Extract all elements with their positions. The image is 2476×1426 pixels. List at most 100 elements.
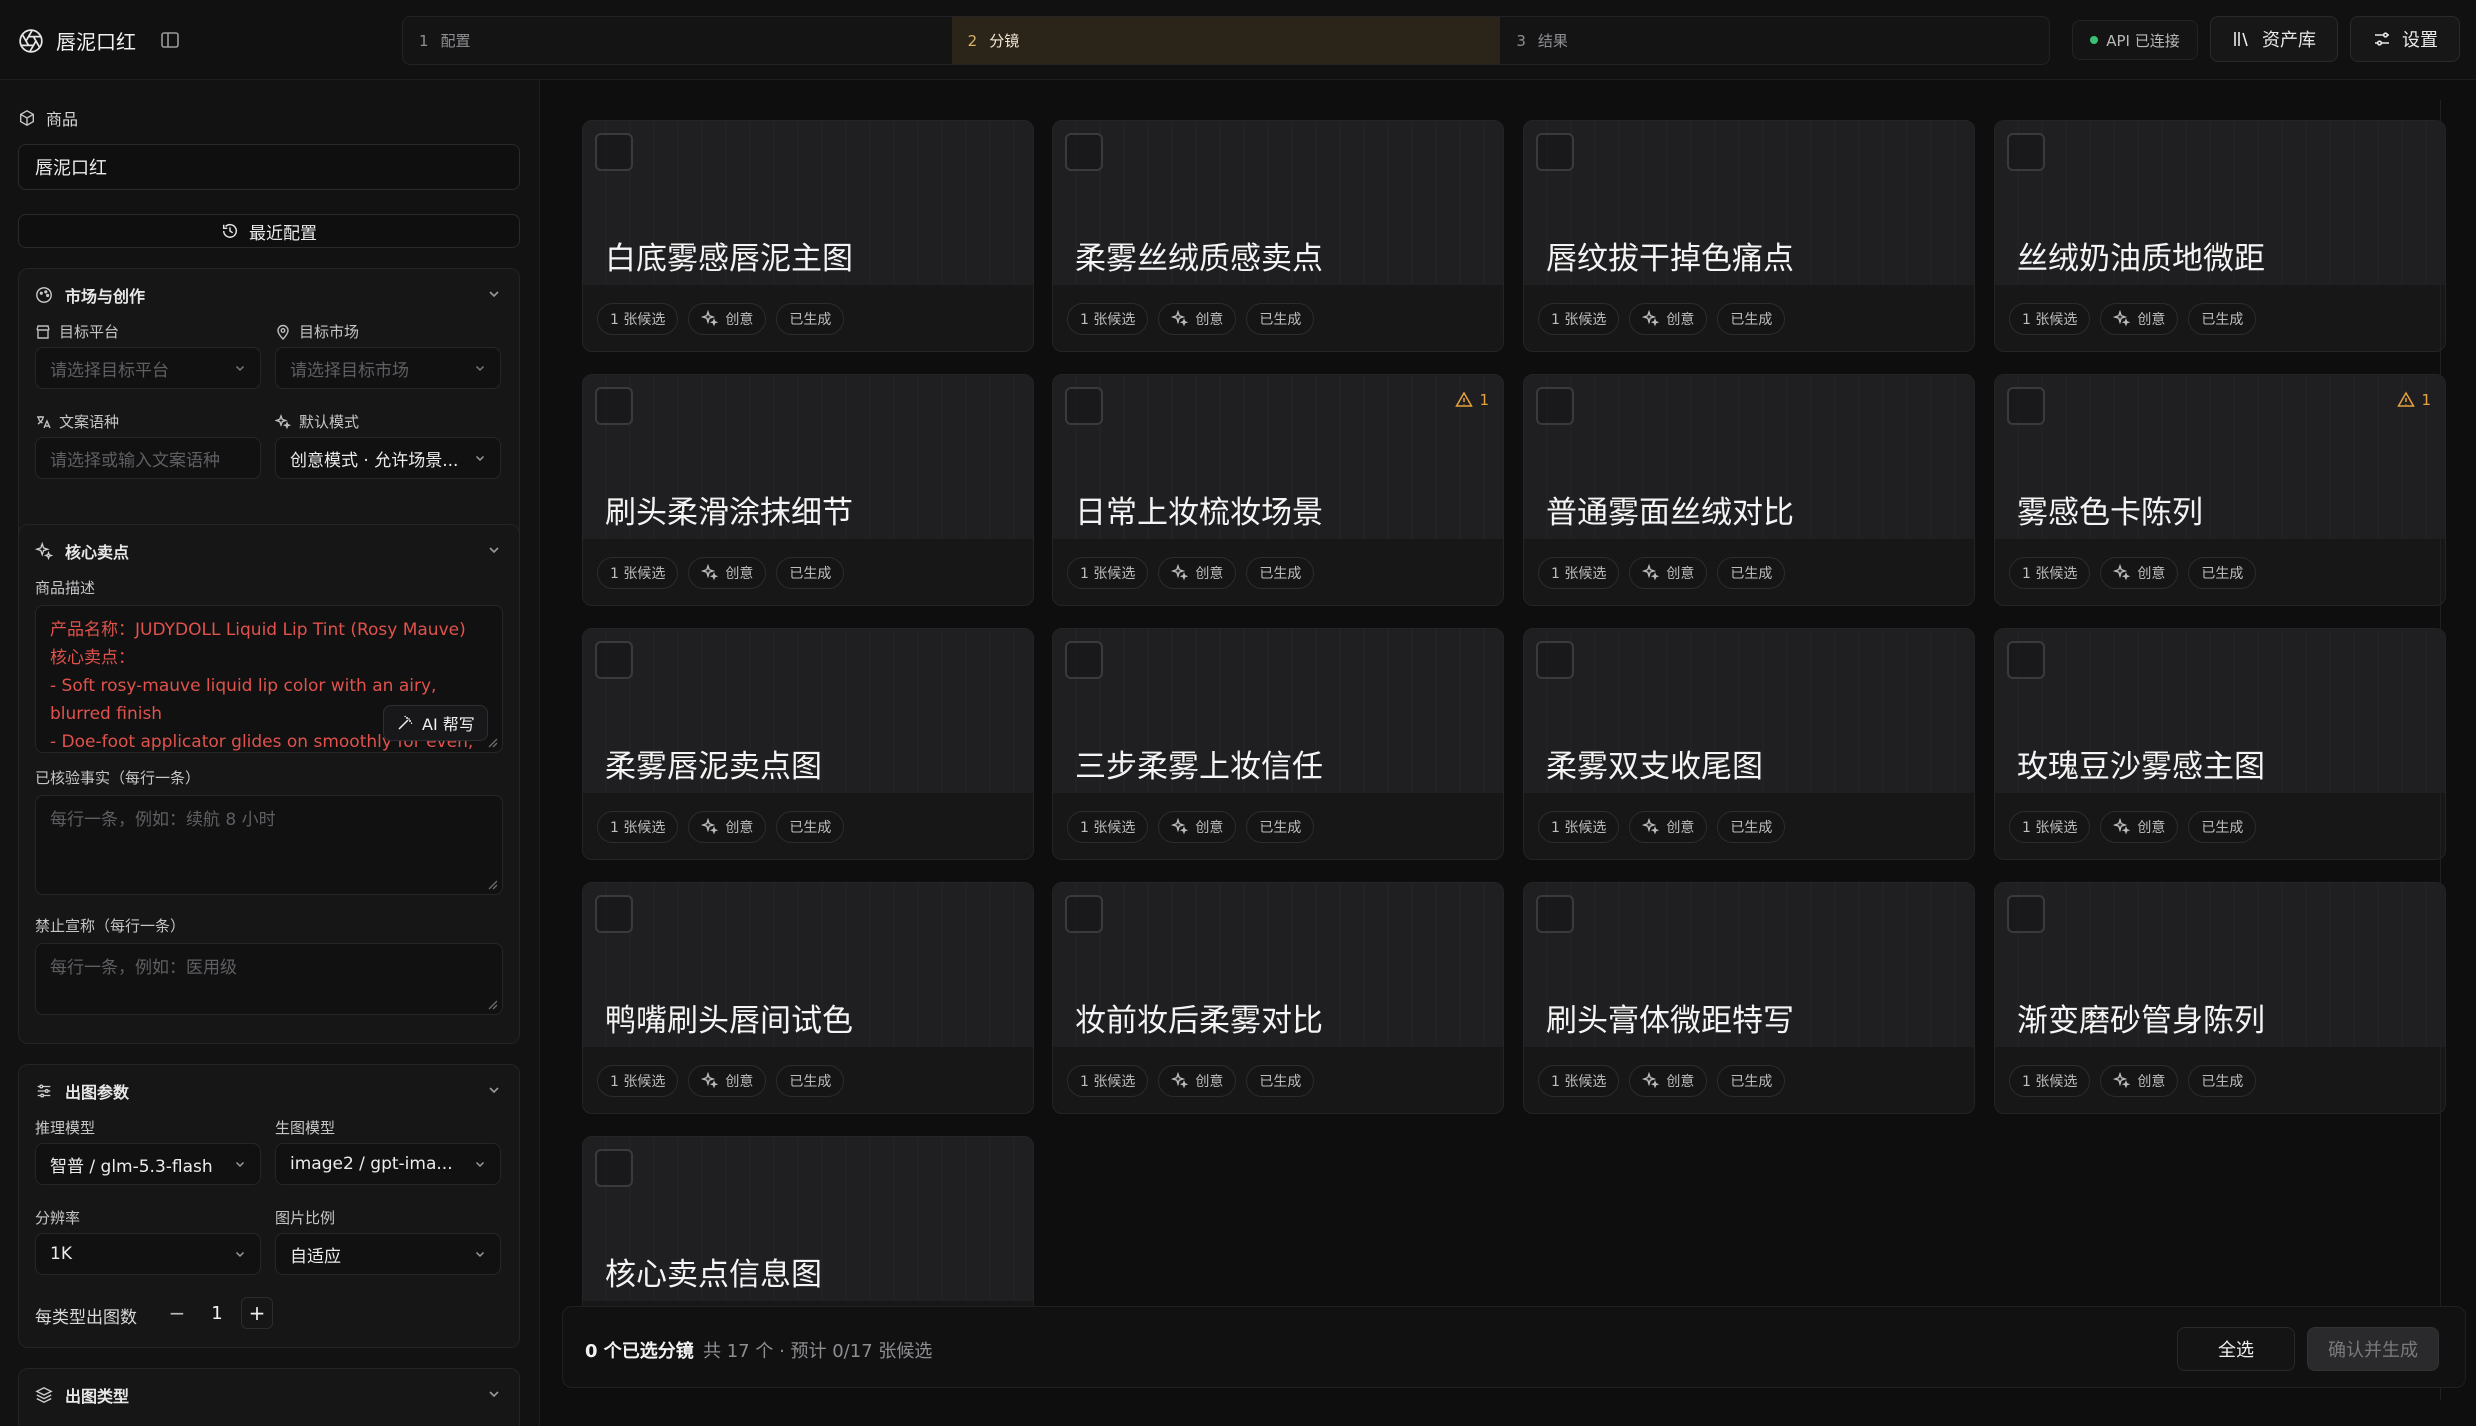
increment-button[interactable]: +	[241, 1297, 273, 1329]
step-config[interactable]: 1 配置	[403, 17, 952, 64]
card-title: 日常上妆梳妆场景	[1075, 495, 1323, 531]
resize-grip-icon[interactable]	[484, 876, 498, 890]
selling-points-panel: 核心卖点 商品描述 产品名称：JUDYDOLL Liquid Lip Tint …	[18, 524, 520, 1044]
types-panel-header[interactable]: 出图类型	[35, 1383, 129, 1407]
ratio-value: 自适应	[290, 1246, 341, 1267]
candidate-count-badge: 1 张候选	[1067, 303, 1149, 335]
status-badge: 已生成	[1717, 303, 1786, 335]
storyboard-card[interactable]: 妆前妆后柔雾对比 1 张候选 创意 已生成	[1052, 882, 1504, 1114]
storyboard-card[interactable]: 玫瑰豆沙雾感主图 1 张候选 创意 已生成	[1994, 628, 2446, 860]
chevron-down-icon[interactable]	[487, 1387, 501, 1401]
platform-label: 目标平台	[35, 321, 119, 342]
status-badge: 已生成	[1717, 1065, 1786, 1097]
sidebar-toggle-icon[interactable]	[160, 30, 180, 50]
warning-icon	[2397, 391, 2416, 407]
ratio-select[interactable]: 自适应	[275, 1233, 501, 1275]
card-badges: 1 张候选 创意 已生成	[597, 303, 845, 335]
mode-select[interactable]: 创意模式 · 允许场景...	[275, 437, 501, 479]
product-name-input[interactable]: 唇泥口红	[18, 144, 520, 190]
card-checkbox[interactable]	[1065, 895, 1103, 933]
config-sidebar: 商品 唇泥口红 最近配置 市场与创作 目标平台 请选择目标平台 目标市场 请选择…	[0, 80, 540, 1426]
selling-panel-header[interactable]: 核心卖点	[35, 539, 129, 563]
market-panel-header[interactable]: 市场与创作	[35, 283, 145, 307]
card-checkbox[interactable]	[2007, 387, 2045, 425]
recent-config-button[interactable]: 最近配置	[18, 214, 520, 248]
reason-model-label: 推理模型	[35, 1119, 96, 1137]
params-panel-header[interactable]: 出图参数	[35, 1079, 129, 1103]
card-warning: 1	[2397, 391, 2431, 409]
resolution-select[interactable]: 1K	[35, 1233, 261, 1275]
storyboard-card[interactable]: 白底雾感唇泥主图 1 张候选 创意 已生成	[582, 120, 1034, 352]
settings-button[interactable]: 设置	[2350, 16, 2460, 62]
storyboard-card[interactable]: 鸭嘴刷头唇间试色 1 张候选 创意 已生成	[582, 882, 1034, 1114]
chevron-down-icon	[235, 1161, 245, 1168]
storyboard-card[interactable]: 唇纹拔干掉色痛点 1 张候选 创意 已生成	[1523, 120, 1975, 352]
asset-library-button[interactable]: 资产库	[2210, 16, 2338, 62]
storyboard-card[interactable]: 核心卖点信息图	[582, 1136, 1034, 1320]
card-title: 刷头柔滑涂抹细节	[605, 495, 853, 531]
verified-facts-textarea[interactable]: 每行一条，例如：续航 8 小时	[35, 795, 503, 895]
step-storyboard[interactable]: 2 分镜	[951, 17, 1501, 64]
chevron-down-icon[interactable]	[487, 287, 501, 301]
reason-model-select[interactable]: 智普 / glm-5.3-flash	[35, 1143, 261, 1185]
candidate-count-badge: 1 张候选	[1538, 557, 1620, 589]
selection-summary: 共 17 个 · 预计 0/17 张候选	[703, 1341, 933, 1362]
card-checkbox[interactable]	[1065, 133, 1103, 171]
storyboard-card[interactable]: 1 雾感色卡陈列 1 张候选 创意 已生成	[1994, 374, 2446, 606]
selling-panel-title: 核心卖点	[65, 543, 130, 562]
card-title: 柔雾双支收尾图	[1546, 749, 1763, 785]
card-checkbox[interactable]	[1536, 641, 1574, 679]
status-badge: 已生成	[1246, 811, 1315, 843]
chevron-down-icon[interactable]	[487, 543, 501, 557]
card-checkbox[interactable]	[1536, 387, 1574, 425]
card-checkbox[interactable]	[1536, 133, 1574, 171]
card-checkbox[interactable]	[1065, 641, 1103, 679]
storyboard-card[interactable]: 柔雾丝绒质感卖点 1 张候选 创意 已生成	[1052, 120, 1504, 352]
storyboard-card[interactable]: 刷头膏体微距特写 1 张候选 创意 已生成	[1523, 882, 1975, 1114]
step-results[interactable]: 3 结果	[1500, 17, 2049, 64]
card-checkbox[interactable]	[2007, 895, 2045, 933]
card-checkbox[interactable]	[595, 1149, 633, 1187]
storyboard-grid: 白底雾感唇泥主图 1 张候选 创意 已生成 柔雾丝绒质感卖点 1 张候选 创意 已生成 唇纹拔干…	[562, 100, 2466, 1426]
card-checkbox[interactable]	[595, 133, 633, 171]
image-model-label: 生图模型	[275, 1119, 336, 1137]
storyboard-card[interactable]: 刷头柔滑涂抹细节 1 张候选 创意 已生成	[582, 374, 1034, 606]
confirm-generate-button[interactable]: 确认并生成	[2307, 1327, 2439, 1371]
candidate-count-badge: 1 张候选	[1538, 303, 1620, 335]
storyboard-card[interactable]: 丝绒奶油质地微距 1 张候选 创意 已生成	[1994, 120, 2446, 352]
language-label-text: 文案语种	[59, 413, 120, 431]
storyboard-card[interactable]: 1 日常上妆梳妆场景 1 张候选 创意 已生成	[1052, 374, 1504, 606]
decrement-button[interactable]: −	[161, 1297, 193, 1329]
image-model-select[interactable]: image2 / gpt-ima...	[275, 1143, 501, 1185]
storyboard-card[interactable]: 柔雾唇泥卖点图 1 张候选 创意 已生成	[582, 628, 1034, 860]
chevron-down-icon[interactable]	[487, 1083, 501, 1097]
storyboard-card[interactable]: 柔雾双支收尾图 1 张候选 创意 已生成	[1523, 628, 1975, 860]
region-select[interactable]: 请选择目标市场	[275, 347, 501, 389]
status-badge: 已生成	[1246, 557, 1315, 589]
language-input[interactable]: 请选择或输入文案语种	[35, 437, 261, 479]
step-label: 配置	[440, 32, 471, 50]
sliders-icon	[2375, 32, 2389, 46]
select-all-button[interactable]: 全选	[2177, 1327, 2295, 1371]
scrollbar[interactable]	[2440, 100, 2462, 1400]
sparkles-icon	[701, 310, 719, 327]
ai-write-button[interactable]: AI 帮写	[383, 705, 488, 741]
card-checkbox[interactable]	[2007, 133, 2045, 171]
card-checkbox[interactable]	[2007, 641, 2045, 679]
card-badges: 1 张候选 创意 已生成	[1538, 811, 1786, 843]
card-checkbox[interactable]	[595, 641, 633, 679]
card-checkbox[interactable]	[595, 387, 633, 425]
resize-grip-icon[interactable]	[484, 996, 498, 1010]
selection-footer: 0 个已选分镜 共 17 个 · 预计 0/17 张候选 全选 确认并生成	[562, 1306, 2466, 1388]
card-checkbox[interactable]	[1065, 387, 1103, 425]
platform-select[interactable]: 请选择目标平台	[35, 347, 261, 389]
card-checkbox[interactable]	[1536, 895, 1574, 933]
mode-badge: 创意	[688, 1065, 767, 1097]
status-badge: 已生成	[1717, 557, 1786, 589]
storyboard-card[interactable]: 三步柔雾上妆信任 1 张候选 创意 已生成	[1052, 628, 1504, 860]
storyboard-card[interactable]: 普通雾面丝绒对比 1 张候选 创意 已生成	[1523, 374, 1975, 606]
storyboard-card[interactable]: 渐变磨砂管身陈列 1 张候选 创意 已生成	[1994, 882, 2446, 1114]
card-checkbox[interactable]	[595, 895, 633, 933]
card-title: 普通雾面丝绒对比	[1546, 495, 1794, 531]
forbidden-claims-textarea[interactable]: 每行一条，例如：医用级	[35, 943, 503, 1015]
